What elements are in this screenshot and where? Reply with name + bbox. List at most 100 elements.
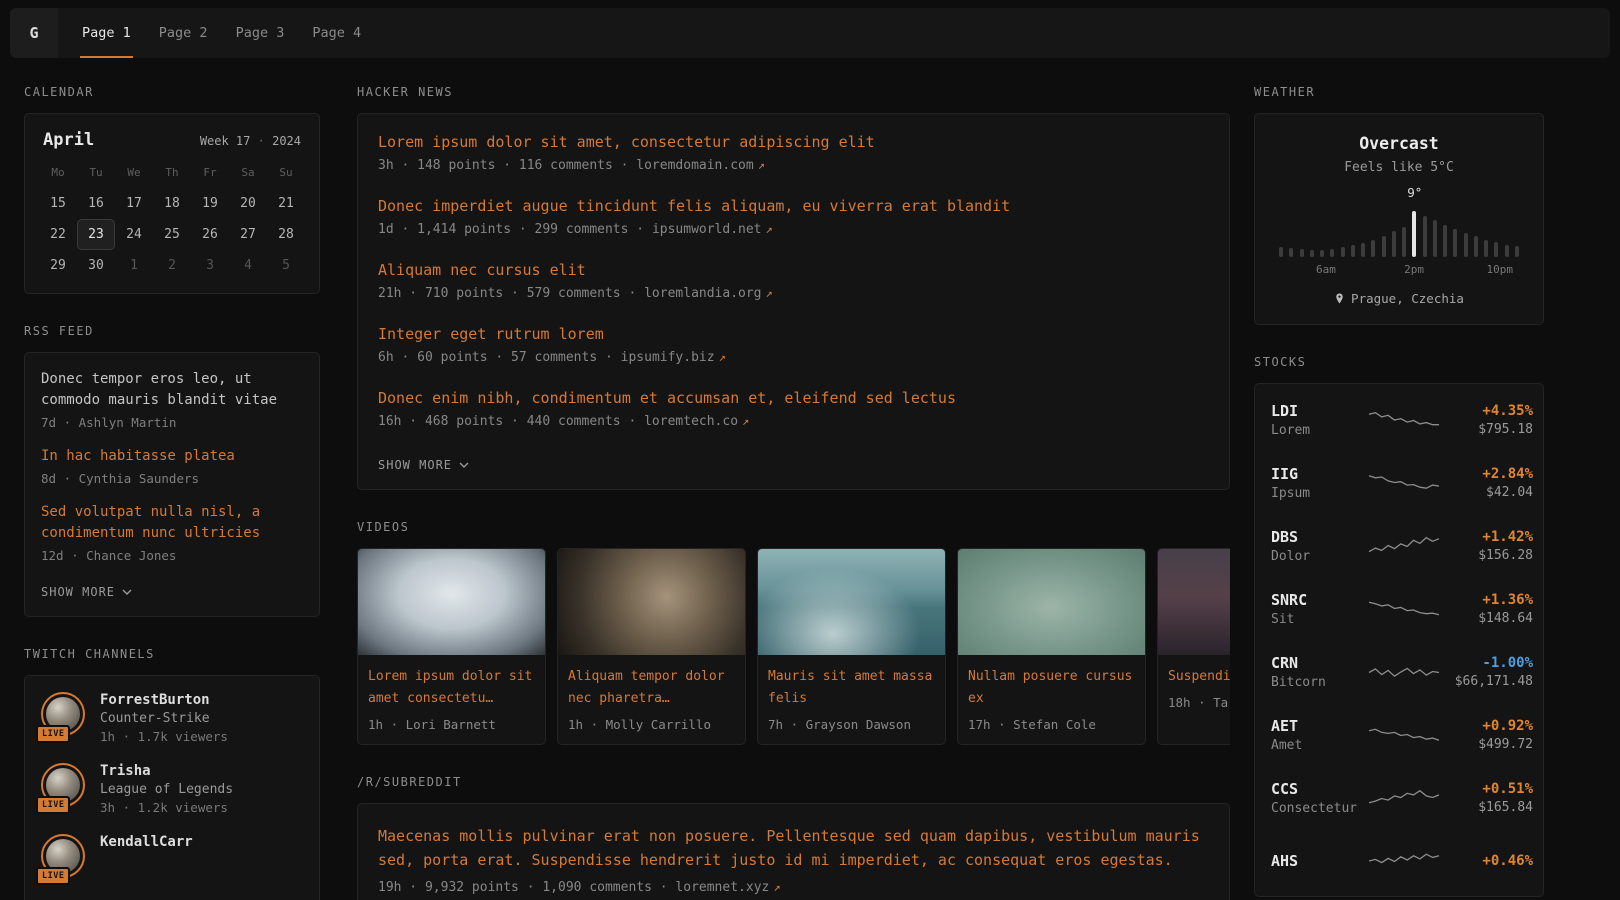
twitch-channel-row[interactable]: LIVEForrestBurtonCounter-Strike1h · 1.7k… — [41, 692, 303, 744]
stock-row[interactable]: SNRCSit+1.36%$148.64 — [1271, 577, 1527, 640]
calendar-day[interactable]: 20 — [229, 188, 267, 219]
external-link-icon: ↗ — [719, 350, 726, 364]
twitch-channel-row[interactable]: LIVEKendallCarr — [41, 834, 303, 880]
calendar-day[interactable]: 22 — [39, 219, 77, 250]
stock-row[interactable]: AETAmet+0.92%$499.72 — [1271, 703, 1527, 766]
stock-row[interactable]: AHS+0.46% — [1271, 829, 1527, 892]
hackernews-item-title[interactable]: Aliquam nec cursus elit — [378, 260, 1209, 281]
twitch-channel-name[interactable]: Trisha — [100, 763, 233, 779]
stock-row[interactable]: IIGIpsum+2.84%$42.04 — [1271, 451, 1527, 514]
hackernews-item-domain[interactable]: loremlandia.org — [644, 286, 761, 301]
hackernews-item-domain[interactable]: ipsumify.biz — [621, 350, 715, 365]
video-title[interactable]: Mauris sit amet massa felis — [768, 669, 932, 706]
video-card[interactable]: Suspendisse diam18h · Tara — [1157, 548, 1230, 745]
calendar-day[interactable]: 5 — [267, 250, 305, 281]
calendar-day[interactable]: 30 — [77, 250, 115, 281]
twitch-header: TWITCH CHANNELS — [24, 647, 320, 661]
rss-item-title[interactable]: In hac habitasse platea — [41, 446, 303, 467]
video-card[interactable]: Aliquam tempor dolor nec pharetra… 1h · M… — [557, 548, 746, 745]
weather-bar — [1361, 243, 1365, 257]
stock-symbol: CRN — [1271, 654, 1367, 672]
stock-row[interactable]: CCSConsectetur+0.51%$165.84 — [1271, 766, 1527, 829]
stock-row[interactable]: DBSDolor+1.42%$156.28 — [1271, 514, 1527, 577]
video-card[interactable]: Lorem ipsum dolor sit amet consectetu… 1h… — [357, 548, 546, 745]
hackernews-item-domain[interactable]: ipsumworld.net — [652, 222, 762, 237]
hackernews-item-title[interactable]: Donec enim nibh, condimentum et accumsan… — [378, 388, 1209, 409]
stock-price: $42.04 — [1441, 485, 1533, 500]
video-title[interactable]: Nullam posuere cursus ex — [968, 669, 1132, 706]
calendar-day[interactable]: 17 — [115, 188, 153, 219]
calendar-day[interactable]: 16 — [77, 188, 115, 219]
rss-item: Donec tempor eros leo, ut commodo mauris… — [41, 369, 303, 430]
twitch-channel-name[interactable]: KendallCarr — [100, 834, 193, 850]
stock-price: $165.84 — [1441, 800, 1533, 815]
calendar-week-year: Week 17 · 2024 — [200, 134, 301, 148]
hackernews-item-title[interactable]: Integer eget rutrum lorem — [378, 324, 1209, 345]
stock-change: +4.35% — [1441, 403, 1533, 419]
calendar-day[interactable]: 19 — [191, 188, 229, 219]
video-card[interactable]: Mauris sit amet massa felis7h · Grayson … — [757, 548, 946, 745]
twitch-channel-info: ForrestBurtonCounter-Strike1h · 1.7k vie… — [100, 692, 228, 744]
tab-page-3[interactable]: Page 3 — [234, 8, 287, 58]
calendar-day[interactable]: 4 — [229, 250, 267, 281]
calendar-dow-label: We — [115, 162, 153, 188]
twitch-channel-name[interactable]: ForrestBurton — [100, 692, 228, 708]
calendar-day[interactable]: 15 — [39, 188, 77, 219]
hackernews-item-meta: 16h · 468 points · 440 comments · loremt… — [378, 414, 1209, 429]
weather-bar — [1310, 250, 1314, 257]
weather-bar — [1423, 216, 1427, 257]
calendar-day[interactable]: 18 — [153, 188, 191, 219]
stock-symbol-block: AETAmet — [1271, 717, 1367, 753]
tab-page-1[interactable]: Page 1 — [80, 8, 133, 58]
video-title[interactable]: Lorem ipsum dolor sit amet consectetu… — [368, 669, 532, 706]
video-card[interactable]: Nullam posuere cursus ex17h · Stefan Col… — [957, 548, 1146, 745]
video-title[interactable]: Suspendisse diam — [1168, 669, 1230, 684]
rss-item-title[interactable]: Donec tempor eros leo, ut commodo mauris… — [41, 369, 303, 411]
stock-name: Sit — [1271, 612, 1367, 627]
hackernews-item-title[interactable]: Donec imperdiet augue tincidunt felis al… — [378, 196, 1209, 217]
calendar-day[interactable]: 21 — [267, 188, 305, 219]
calendar-day[interactable]: 23 — [77, 219, 115, 250]
calendar-day[interactable]: 27 — [229, 219, 267, 250]
calendar-dow-label: Su — [267, 162, 305, 188]
app-logo[interactable]: G — [10, 8, 58, 58]
stock-row[interactable]: LDILorem+4.35%$795.18 — [1271, 388, 1527, 451]
rss-widget: RSS FEED Donec tempor eros leo, ut commo… — [24, 324, 320, 617]
weather-location-row: Prague, Czechia — [1273, 291, 1525, 306]
calendar-day[interactable]: 2 — [153, 250, 191, 281]
subreddit-item-title[interactable]: Maecenas mollis pulvinar erat non posuer… — [378, 824, 1209, 872]
tab-page-2[interactable]: Page 2 — [157, 8, 210, 58]
rss-show-more-button[interactable]: SHOW MORE — [41, 585, 132, 599]
weather-current-temp-label: 9° — [1407, 185, 1422, 200]
hackernews-item-title[interactable]: Lorem ipsum dolor sit amet, consectetur … — [378, 132, 1209, 153]
video-title[interactable]: Aliquam tempor dolor nec pharetra… — [568, 669, 725, 706]
hackernews-item-domain[interactable]: loremtech.co — [644, 414, 738, 429]
live-badge: LIVE — [36, 725, 70, 743]
external-link-icon: ↗ — [766, 222, 773, 236]
calendar-day[interactable]: 28 — [267, 219, 305, 250]
calendar-header: CALENDAR — [24, 85, 320, 99]
calendar-day[interactable]: 3 — [191, 250, 229, 281]
weather-time-label: 6am — [1316, 263, 1336, 276]
hackernews-item-domain[interactable]: loremdomain.com — [636, 158, 753, 173]
video-card-body: Suspendisse diam18h · Tara — [1158, 655, 1230, 722]
tab-page-4[interactable]: Page 4 — [310, 8, 363, 58]
video-meta: 1h · Molly Carrillo — [568, 717, 735, 732]
calendar-day[interactable]: 26 — [191, 219, 229, 250]
calendar-day[interactable]: 25 — [153, 219, 191, 250]
hackernews-item: Aliquam nec cursus elit21h · 710 points … — [378, 260, 1209, 301]
stock-change: +0.46% — [1441, 853, 1533, 869]
calendar-day[interactable]: 29 — [39, 250, 77, 281]
video-meta: 1h · Lori Barnett — [368, 717, 535, 732]
calendar-day[interactable]: 24 — [115, 219, 153, 250]
rss-item-title[interactable]: Sed volutpat nulla nisl, a condimentum n… — [41, 502, 303, 544]
twitch-channel-row[interactable]: LIVETrishaLeague of Legends3h · 1.2k vie… — [41, 763, 303, 815]
stock-price-block: +4.35%$795.18 — [1441, 403, 1533, 437]
dashboard: CALENDAR April Week 17 · 2024 MoTuWeThFr… — [0, 58, 1620, 900]
subreddit-item-domain[interactable]: loremnet.xyz — [675, 880, 769, 895]
stock-price-block: +0.92%$499.72 — [1441, 718, 1533, 752]
hackernews-show-more-button[interactable]: SHOW MORE — [378, 458, 469, 472]
stock-row[interactable]: CRNBitcorn-1.00%$66,171.48 — [1271, 640, 1527, 703]
calendar-day[interactable]: 1 — [115, 250, 153, 281]
subreddit-card: Maecenas mollis pulvinar erat non posuer… — [357, 803, 1230, 900]
